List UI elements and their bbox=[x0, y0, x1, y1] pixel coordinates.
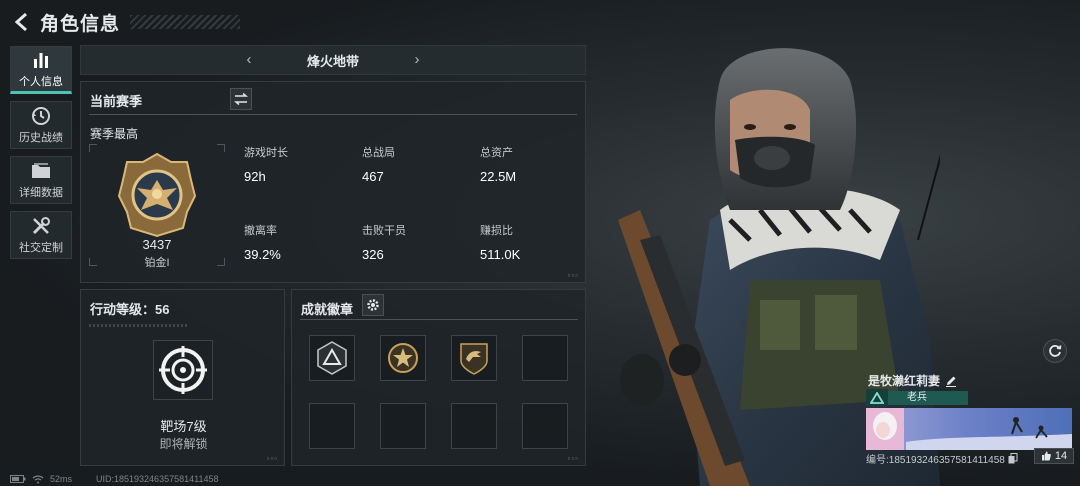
title-decoration bbox=[130, 15, 241, 29]
nav-item-detailed-data[interactable]: 详细数据 bbox=[10, 156, 72, 204]
header: 角色信息 bbox=[10, 8, 241, 36]
star-medal-badge-icon bbox=[388, 343, 418, 373]
rank-tier-badge bbox=[866, 389, 888, 406]
corner-decoration: ▫▫▫ bbox=[567, 271, 579, 280]
ping-text: 52ms bbox=[50, 474, 73, 484]
unlock-name: 靶场7级 bbox=[160, 419, 207, 434]
badges-panel: 成就徽章 ▫▫▫ bbox=[291, 289, 586, 466]
rank-score: 3437 bbox=[142, 237, 172, 252]
chevron-left-icon bbox=[14, 12, 27, 32]
nav-label: 个人信息 bbox=[19, 76, 63, 88]
stat-total-matches: 总战局 467 bbox=[362, 147, 395, 184]
mode-prev-button[interactable]: ‹ bbox=[239, 51, 259, 68]
badges-title: 成就徽章 bbox=[301, 302, 354, 317]
status-bar: 52ms UID:1851932463575814114​58 bbox=[10, 474, 218, 484]
nav-label: 详细数据 bbox=[19, 187, 63, 199]
rank-frame: 3437 铂金I bbox=[89, 144, 225, 269]
eagle-badge-icon bbox=[460, 343, 488, 375]
refresh-icon bbox=[1049, 345, 1062, 357]
like-count: 14 bbox=[1054, 450, 1068, 462]
stat-play-time: 游戏时长 92h bbox=[244, 147, 288, 184]
triangle-rank-icon bbox=[870, 391, 884, 404]
player-card-banner[interactable] bbox=[866, 408, 1072, 450]
mode-next-button[interactable]: › bbox=[407, 51, 427, 68]
nav-item-personal-info[interactable]: 个人信息 bbox=[10, 46, 72, 94]
crosshair-target-icon bbox=[159, 346, 207, 394]
season-best-label: 赛季最高 bbox=[90, 127, 139, 141]
card-banner-art bbox=[866, 408, 1072, 450]
divider bbox=[300, 319, 578, 320]
rank-title: 老兵 bbox=[907, 392, 927, 403]
nav-item-history[interactable]: 历史战绩 bbox=[10, 101, 72, 149]
like-button[interactable]: 14 bbox=[1034, 448, 1074, 464]
badge-slot[interactable] bbox=[380, 335, 426, 381]
unlock-reward-slot[interactable] bbox=[153, 340, 213, 400]
back-button[interactable] bbox=[10, 10, 34, 34]
refresh-button[interactable] bbox=[1043, 339, 1067, 363]
nav-item-social-custom[interactable]: 社交定制 bbox=[10, 211, 72, 259]
badge-slot[interactable] bbox=[451, 335, 497, 381]
action-level-title: 行动等级：56 bbox=[90, 302, 170, 317]
battery-icon bbox=[10, 475, 26, 483]
platinum-rank-emblem-icon bbox=[117, 152, 197, 238]
hatch-decoration bbox=[89, 324, 189, 327]
stat-total-assets: 总资产 22.5M bbox=[480, 147, 517, 184]
swap-button[interactable] bbox=[230, 88, 252, 110]
side-nav: 个人信息 历史战绩 详细数据 社交定制 bbox=[10, 46, 72, 266]
wifi-icon bbox=[32, 475, 44, 483]
bar-chart-icon bbox=[34, 53, 48, 68]
stat-operators-defeated: 击败干员 326 bbox=[362, 225, 406, 262]
thumbs-up-icon bbox=[1041, 451, 1051, 461]
uid-text: UID:1851932463575814114​58 bbox=[96, 474, 219, 484]
unlock-status: 即将解锁 bbox=[159, 437, 208, 451]
corner-decoration: ▫▫▫ bbox=[567, 454, 579, 463]
mode-title: 烽火地带 bbox=[306, 53, 359, 69]
rank-name: 铂金I bbox=[144, 257, 170, 269]
action-level-panel: 行动等级：56 靶场7级 即将解锁 ▫▫▫ bbox=[80, 289, 285, 466]
player-id-row: 编号:1851932463575814114​58 bbox=[866, 451, 1018, 466]
tools-icon bbox=[32, 217, 50, 235]
triangle-badge-icon bbox=[317, 341, 347, 375]
history-icon bbox=[32, 107, 50, 125]
swap-icon bbox=[234, 93, 248, 105]
player-id: 编号:1851932463575814114​58 bbox=[866, 455, 1005, 466]
badge-slot-empty[interactable] bbox=[451, 403, 497, 449]
divider bbox=[89, 114, 577, 115]
player-name-row: 是牧濑红莉妻 bbox=[868, 372, 957, 389]
edit-pencil-icon[interactable] bbox=[945, 375, 957, 387]
copy-icon[interactable] bbox=[1008, 453, 1018, 464]
badge-settings-button[interactable] bbox=[362, 294, 384, 316]
stat-extraction-rate: 撤离率 39.2% bbox=[244, 225, 281, 262]
season-panel: 当前赛季 赛季最高 3437 铂金I 游戏时长 92h 总战局 467 总资产 … bbox=[80, 81, 586, 283]
gear-icon bbox=[367, 299, 379, 311]
badge-slot-empty[interactable] bbox=[309, 403, 355, 449]
season-title: 当前赛季 bbox=[90, 94, 143, 109]
page-title: 角色信息 bbox=[40, 13, 121, 35]
mode-selector: ‹ 烽火地带 › bbox=[80, 45, 586, 75]
nav-label: 社交定制 bbox=[19, 242, 63, 254]
badge-slot-empty[interactable] bbox=[380, 403, 426, 449]
badge-slot[interactable] bbox=[309, 335, 355, 381]
badge-slot-empty[interactable] bbox=[522, 335, 568, 381]
nav-label: 历史战绩 bbox=[19, 132, 63, 144]
corner-decoration: ▫▫▫ bbox=[266, 454, 278, 463]
badge-slot-empty[interactable] bbox=[522, 403, 568, 449]
stat-profit-loss-ratio: 赚损比 511.0K bbox=[480, 225, 521, 262]
folder-icon bbox=[32, 163, 50, 178]
player-name: 是牧濑红莉妻 bbox=[868, 374, 941, 388]
